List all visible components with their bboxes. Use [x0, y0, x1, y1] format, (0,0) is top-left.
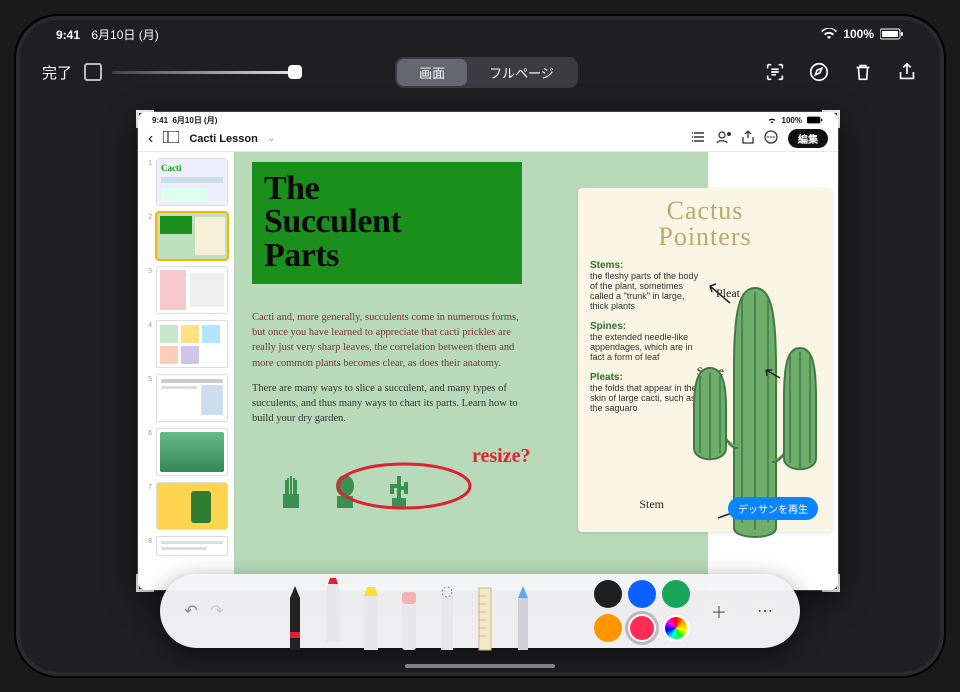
- inner-share-icon[interactable]: [742, 130, 754, 147]
- battery-icon: [880, 28, 904, 40]
- swatch-selected-red[interactable]: [628, 614, 656, 642]
- crop-toggle[interactable]: [84, 63, 102, 81]
- home-indicator[interactable]: [405, 664, 555, 668]
- pencil-tool[interactable]: [508, 590, 538, 648]
- outer-status-bar: 9:41 6月10日 (月) 100%: [14, 24, 946, 44]
- eraser-tool[interactable]: [394, 590, 424, 648]
- opacity-slider[interactable]: [112, 63, 302, 81]
- collab-icon[interactable]: [716, 130, 732, 147]
- page-body-text: Cacti and, more generally, succulents co…: [252, 310, 520, 427]
- page-thumbnails[interactable]: 1 Cacti 2 3: [138, 152, 234, 590]
- marker-tool[interactable]: [318, 590, 348, 648]
- thumb-3[interactable]: [156, 266, 228, 314]
- doc-title[interactable]: Cacti Lesson: [189, 133, 257, 145]
- ipad-frame: 9:41 6月10日 (月) 100% 完了 画面 フルページ: [14, 14, 946, 678]
- screenshot-preview[interactable]: 9:41 6月10日 (月) 100% ‹ Cacti Lesson ⌄ 編集: [138, 112, 838, 590]
- thumb-5[interactable]: [156, 374, 228, 422]
- inner-date: 6月10日 (月): [172, 116, 217, 125]
- redo-button[interactable]: ↷: [204, 598, 230, 624]
- pointers-card: CactusPointers Stems: the fleshy parts o…: [578, 188, 832, 532]
- edit-button[interactable]: 編集: [788, 129, 828, 148]
- wifi-icon: [821, 28, 837, 40]
- trash-icon[interactable]: [852, 61, 874, 83]
- thumb-4[interactable]: [156, 320, 228, 368]
- thumb-2[interactable]: [156, 212, 228, 260]
- thumb-6[interactable]: [156, 428, 228, 476]
- swatch-black[interactable]: [594, 580, 622, 608]
- outer-date: 6月10日 (月): [91, 28, 158, 42]
- undo-button[interactable]: ↶: [178, 598, 204, 624]
- seg-fullpage[interactable]: フルページ: [467, 59, 576, 86]
- page-heading: The Succulent Parts: [252, 162, 522, 284]
- swatch-blue[interactable]: [628, 580, 656, 608]
- add-button[interactable]: ＋: [702, 594, 736, 628]
- swatch-green[interactable]: [662, 580, 690, 608]
- scope-segmented-control[interactable]: 画面 フルページ: [395, 57, 578, 88]
- swatch-orange[interactable]: [594, 614, 622, 642]
- sidebar-icon[interactable]: [163, 131, 179, 146]
- thumb-1[interactable]: Cacti: [156, 158, 228, 206]
- back-button[interactable]: ‹: [148, 130, 153, 148]
- markup-toolbar: 完了 画面 フルページ: [14, 50, 946, 94]
- inner-toolbar: ‹ Cacti Lesson ⌄ 編集: [138, 126, 838, 152]
- annotation-text: resize?: [472, 445, 531, 467]
- replay-drawing-button[interactable]: デッサンを再生: [728, 497, 818, 520]
- inner-status-bar: 9:41 6月10日 (月) 100%: [138, 112, 838, 126]
- label-stem: Stem: [639, 497, 664, 512]
- lasso-tool[interactable]: [432, 590, 462, 648]
- live-text-icon[interactable]: [764, 61, 786, 83]
- outer-battery-pct: 100%: [843, 27, 874, 41]
- card-title: CactusPointers: [590, 198, 820, 250]
- color-picker-icon[interactable]: [662, 614, 690, 642]
- done-button[interactable]: 完了: [42, 62, 72, 83]
- thumb-8[interactable]: [156, 536, 228, 556]
- more-button[interactable]: ⋯: [748, 594, 782, 628]
- handwritten-annotation: resize?: [334, 440, 554, 512]
- outer-time: 9:41: [56, 28, 80, 42]
- page-canvas[interactable]: The Succulent Parts Cacti and, more gene…: [234, 152, 838, 590]
- inner-battery: 100%: [782, 116, 802, 125]
- title-menu-chevron-icon[interactable]: ⌄: [268, 133, 276, 144]
- seg-screen[interactable]: 画面: [397, 59, 467, 86]
- share-icon[interactable]: [896, 61, 918, 83]
- highlighter-tool[interactable]: [356, 590, 386, 648]
- inner-time: 9:41: [152, 116, 168, 125]
- markup-tools-dock: ↶ ↷ ＋ ⋯: [160, 574, 800, 648]
- inner-more-icon[interactable]: [764, 130, 778, 147]
- thumb-7[interactable]: [156, 482, 228, 530]
- toc-icon[interactable]: [692, 131, 706, 146]
- color-swatches: [594, 580, 690, 642]
- markup-pen-icon[interactable]: [808, 61, 830, 83]
- pen-tool[interactable]: [280, 590, 310, 648]
- ruler-tool[interactable]: [470, 590, 500, 648]
- pen-tray: [230, 574, 588, 648]
